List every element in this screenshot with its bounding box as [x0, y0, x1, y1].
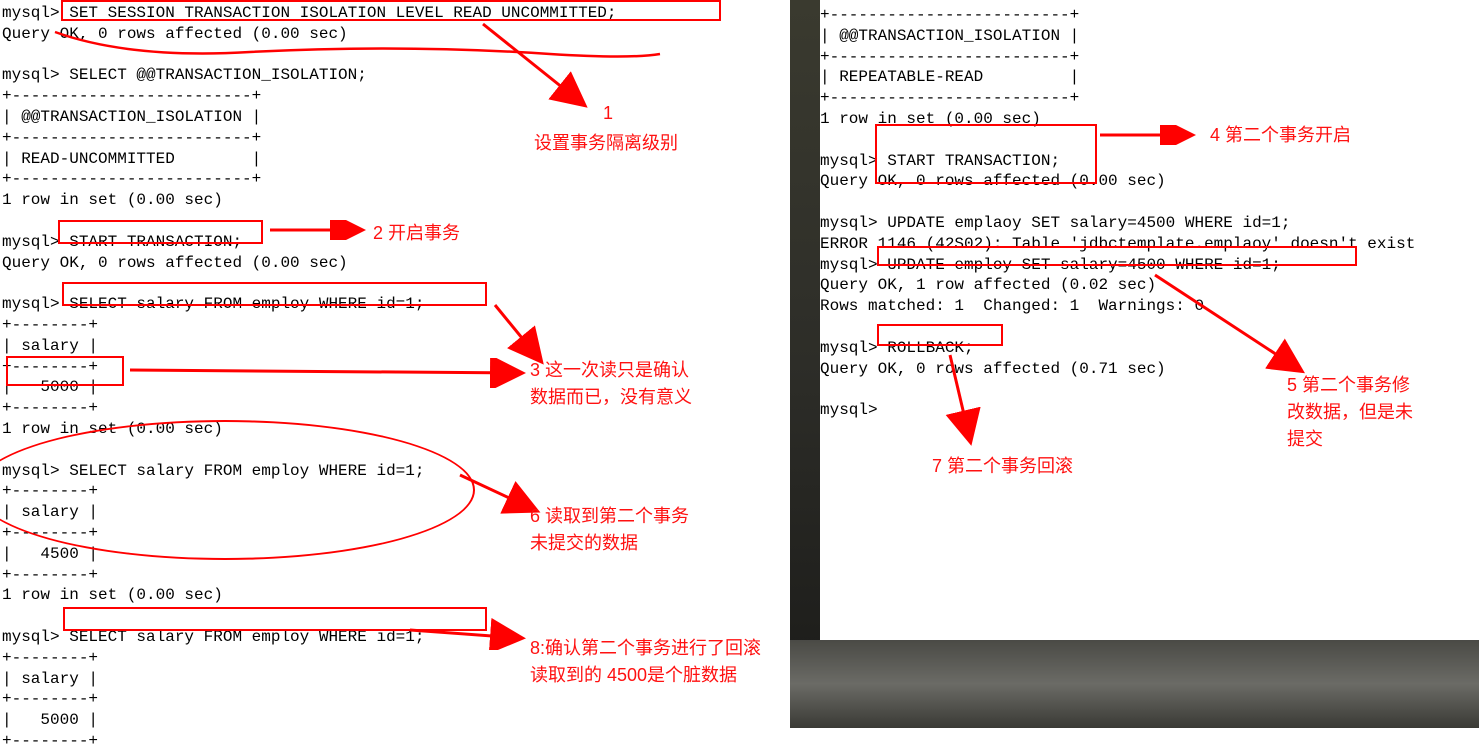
annotation-3: 3 这一次读只是确认 数据而已，没有意义 [530, 357, 730, 411]
highlight-box [58, 220, 263, 244]
table-value: | READ-UNCOMMITTED | [2, 150, 261, 168]
arrow-icon [478, 19, 598, 114]
annotation-6: 6 读取到第二个事务 未提交的数据 [530, 503, 730, 557]
annotation-4: 4 第二个事务开启 [1210, 122, 1351, 149]
table-border: +-------------------------+ [2, 170, 261, 188]
table-border: +-------------------------+ [820, 48, 1079, 66]
annotation-2: 2 开启事务 [373, 220, 460, 247]
sql-line: mysql> UPDATE emplaoy SET salary=4500 WH… [820, 214, 1290, 232]
arrow-icon [1100, 125, 1200, 145]
annotation-3-line1: 3 这一次读只是确认 [530, 360, 689, 380]
table-border: +-------------------------+ [2, 129, 261, 147]
annotation-7: 7 第二个事务回滚 [932, 453, 1073, 480]
highlight-box [61, 0, 721, 21]
annotation-5-line2: 改数据，但是未 [1287, 402, 1413, 422]
highlight-box [877, 324, 1003, 346]
annotation-1-number: 1 [603, 100, 613, 127]
annotation-6-line1: 6 读取到第二个事务 [530, 506, 689, 526]
table-header: | salary | [2, 670, 98, 688]
table-border: +--------+ [2, 649, 98, 667]
highlight-box [62, 282, 487, 306]
annotation-6-line2: 未提交的数据 [530, 533, 638, 553]
annotation-1-text: 设置事务隔离级别 [534, 130, 678, 157]
annotation-5-line3: 提交 [1287, 429, 1323, 449]
result-line: Rows matched: 1 Changed: 1 Warnings: 0 [820, 297, 1204, 315]
table-header: | @@TRANSACTION_ISOLATION | [820, 27, 1079, 45]
table-value: | 5000 | [2, 711, 98, 729]
table-border: +--------+ [2, 732, 98, 750]
sql-line: mysql> SELECT @@TRANSACTION_ISOLATION; [2, 66, 367, 84]
table-header: | @@TRANSACTION_ISOLATION | [2, 108, 261, 126]
table-border: +--------+ [2, 316, 98, 334]
arrow-icon [270, 220, 370, 240]
table-border: +--------+ [2, 399, 98, 417]
desktop-background [790, 0, 820, 728]
annotation-3-line2: 数据而已，没有意义 [530, 387, 692, 407]
result-line: 1 row in set (0.00 sec) [2, 191, 223, 209]
annotation-8-line1: 8:确认第二个事务进行了回滚 [530, 638, 761, 658]
annotation-5-line1: 5 第二个事务修 [1287, 375, 1410, 395]
desktop-edge [790, 640, 1479, 728]
annotation-8: 8:确认第二个事务进行了回滚 读取到的 4500是个脏数据 [530, 635, 820, 689]
table-header: | salary | [2, 337, 98, 355]
result-line: Query OK, 1 row affected (0.02 sec) [820, 276, 1156, 294]
annotation-5: 5 第二个事务修 改数据，但是未 提交 [1287, 372, 1457, 453]
arrow-icon [1150, 270, 1320, 380]
annotation-8-line2: 读取到的 4500是个脏数据 [530, 665, 737, 685]
result-line: 1 row in set (0.00 sec) [2, 586, 223, 604]
prompt-line: mysql> [820, 401, 878, 419]
table-border: +--------+ [2, 566, 98, 584]
highlight-box [877, 246, 1357, 266]
arrow-icon [410, 610, 530, 650]
highlight-box [6, 356, 124, 386]
table-border: +-------------------------+ [820, 89, 1079, 107]
table-border: +-------------------------+ [820, 6, 1079, 24]
result-line: Query OK, 0 rows affected (0.71 sec) [820, 360, 1166, 378]
table-border: +--------+ [2, 690, 98, 708]
arrow-icon [940, 350, 990, 450]
highlight-box [875, 124, 1097, 184]
arrow-icon [130, 358, 530, 388]
result-line: Query OK, 0 rows affected (0.00 sec) [2, 254, 348, 272]
table-value: | REPEATABLE-READ | [820, 68, 1079, 86]
table-border: +-------------------------+ [2, 87, 261, 105]
